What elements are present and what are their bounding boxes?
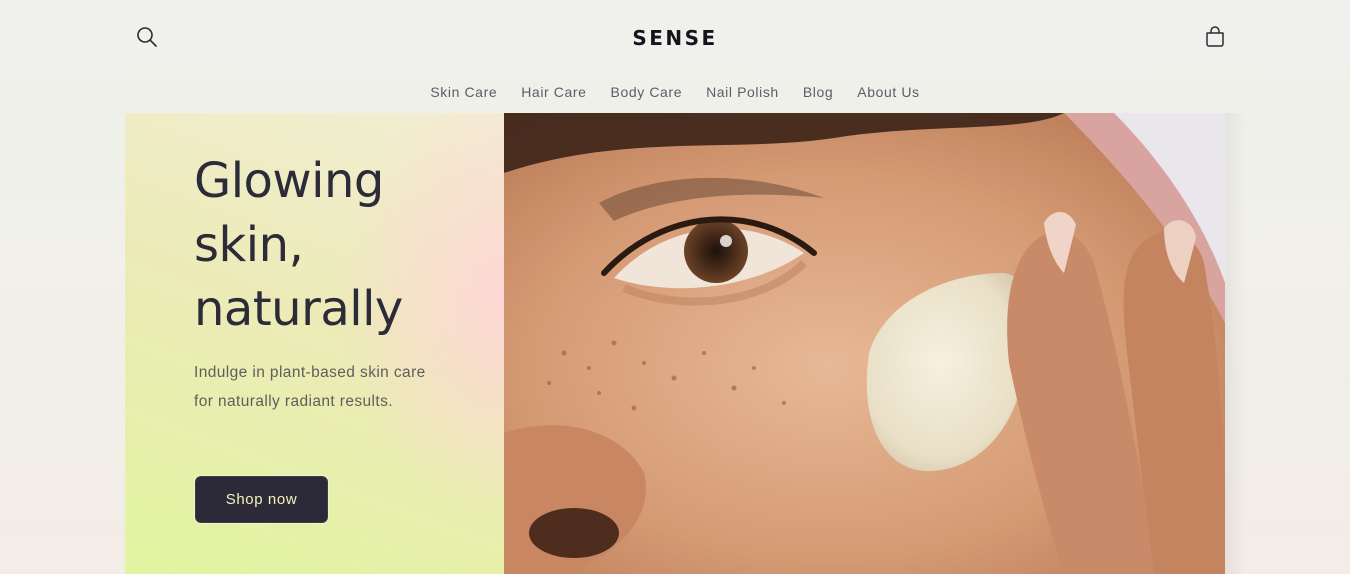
nav-item-nail-polish[interactable]: Nail Polish [694, 82, 791, 102]
cart-icon [1204, 26, 1226, 52]
main-nav: Skin Care Hair Care Body Care Nail Polis… [0, 82, 1350, 102]
nav-item-about-us[interactable]: About Us [845, 82, 931, 102]
site-logo[interactable]: SENSE [575, 26, 775, 50]
hero-text-panel: Glowing skin, naturally Indulge in plant… [125, 113, 504, 574]
search-button[interactable] [131, 23, 163, 55]
site-header: SENSE Skin Care Hair Care Body Care Nail… [0, 0, 1350, 113]
hero-photo [504, 113, 1225, 574]
hero-subtext: Indulge in plant-based skin care for nat… [194, 364, 426, 410]
hero-shadow [1225, 113, 1247, 574]
hero-banner: Glowing skin, naturally Indulge in plant… [125, 113, 1225, 574]
search-icon [136, 26, 158, 52]
nav-item-body-care[interactable]: Body Care [599, 82, 695, 102]
nav-item-hair-care[interactable]: Hair Care [509, 82, 598, 102]
nav-item-skin-care[interactable]: Skin Care [418, 82, 509, 102]
nav-item-blog[interactable]: Blog [791, 82, 845, 102]
shop-now-button[interactable]: Shop now [195, 476, 328, 523]
cart-button[interactable] [1199, 23, 1231, 55]
hero-photo-illustration [504, 113, 1225, 574]
hero-headline: Glowing skin, naturally [194, 153, 403, 337]
